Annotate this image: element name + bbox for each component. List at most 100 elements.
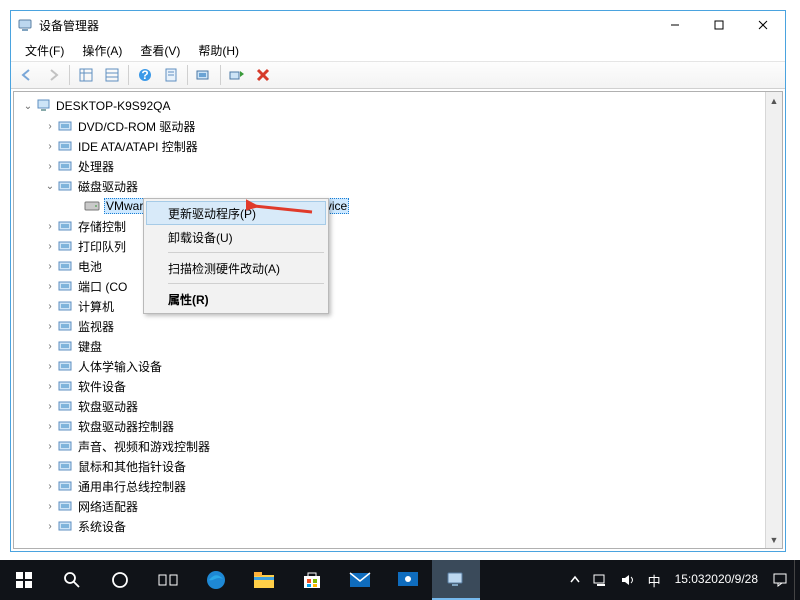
task-view-button[interactable]: [144, 560, 192, 600]
tree-category-label: DVD/CD-ROM 驱动器: [78, 118, 195, 135]
chevron-icon[interactable]: ›: [42, 281, 58, 292]
tree-category-label: IDE ATA/ATAPI 控制器: [78, 138, 198, 155]
tree-category[interactable]: ›电池: [16, 256, 782, 276]
tree-category[interactable]: ›存储控制: [16, 216, 782, 236]
tree-category[interactable]: ›监视器: [16, 316, 782, 336]
store-icon[interactable]: [288, 560, 336, 600]
tree-category[interactable]: ›人体学输入设备: [16, 356, 782, 376]
tree-category[interactable]: › DVD/CD-ROM 驱动器: [16, 116, 782, 136]
category-icon: [58, 458, 74, 474]
ctx-uninstall[interactable]: 卸载设备(U): [146, 225, 326, 249]
forward-button[interactable]: [41, 63, 65, 87]
ctx-separator: [168, 283, 324, 284]
tree-category-label: 通用串行总线控制器: [78, 478, 186, 495]
menu-help[interactable]: 帮助(H): [192, 40, 245, 61]
chevron-icon[interactable]: ›: [42, 121, 58, 132]
chevron-icon[interactable]: ›: [42, 261, 58, 272]
taskbar: 中 15:03 2020/9/28: [0, 560, 800, 600]
clock-date: 2020/9/28: [705, 573, 758, 586]
window-title: 设备管理器: [39, 17, 653, 34]
tray-overflow-button[interactable]: [564, 560, 586, 600]
tree-category[interactable]: ›打印队列: [16, 236, 782, 256]
category-icon: [58, 178, 74, 194]
scroll-up-button[interactable]: ▲: [766, 92, 782, 109]
device-tree[interactable]: ⌄DESKTOP-K9S92QA › DVD/CD-ROM 驱动器 › IDE ATA/…: [14, 92, 782, 548]
tree-category[interactable]: ›软盘驱动器: [16, 396, 782, 416]
ctx-properties[interactable]: 属性(R): [146, 287, 326, 311]
show-desktop-button[interactable]: [794, 560, 800, 600]
chevron-down-icon[interactable]: ⌄: [20, 101, 36, 112]
start-button[interactable]: [0, 560, 48, 600]
chevron-icon[interactable]: ›: [42, 381, 58, 392]
ctx-update-driver[interactable]: 更新驱动程序(P): [146, 201, 326, 225]
scroll-down-button[interactable]: ▼: [766, 531, 782, 548]
tree-category[interactable]: ›软件设备: [16, 376, 782, 396]
chevron-icon[interactable]: ›: [42, 421, 58, 432]
tree-category[interactable]: ›声音、视频和游戏控制器: [16, 436, 782, 456]
view-grid-button[interactable]: [74, 63, 98, 87]
edge-icon[interactable]: [192, 560, 240, 600]
chevron-icon[interactable]: ›: [42, 141, 58, 152]
chevron-icon[interactable]: ›: [42, 361, 58, 372]
tree-category[interactable]: ›键盘: [16, 336, 782, 356]
tree-category[interactable]: ›计算机: [16, 296, 782, 316]
menu-file[interactable]: 文件(F): [19, 40, 70, 61]
tree-category[interactable]: ›系统设备: [16, 516, 782, 536]
network-icon[interactable]: [586, 560, 614, 600]
chevron-icon[interactable]: ›: [42, 461, 58, 472]
close-button[interactable]: [741, 11, 785, 39]
category-icon: [58, 358, 74, 374]
tree-category[interactable]: › 通用串行总线控制器: [16, 476, 782, 496]
chevron-icon[interactable]: ›: [42, 341, 58, 352]
tree-category-label: 处理器: [78, 158, 114, 175]
chevron-icon[interactable]: ›: [42, 321, 58, 332]
chevron-icon[interactable]: ⌄: [42, 181, 58, 192]
chevron-icon[interactable]: ›: [42, 221, 58, 232]
device-manager-taskbar-icon[interactable]: [432, 560, 480, 600]
uninstall-button[interactable]: [251, 63, 275, 87]
chevron-icon[interactable]: ›: [42, 481, 58, 492]
computer-icon: [36, 98, 52, 114]
maximize-button[interactable]: [697, 11, 741, 39]
tree-category[interactable]: › 处理器: [16, 156, 782, 176]
titlebar[interactable]: 设备管理器: [11, 11, 785, 39]
minimize-button[interactable]: [653, 11, 697, 39]
volume-icon[interactable]: [614, 560, 642, 600]
chevron-icon[interactable]: ›: [42, 441, 58, 452]
menu-view[interactable]: 查看(V): [134, 40, 186, 61]
search-button[interactable]: [48, 560, 96, 600]
tree-category[interactable]: ›网络适配器: [16, 496, 782, 516]
details-button[interactable]: [159, 63, 183, 87]
cortana-button[interactable]: [96, 560, 144, 600]
category-icon: [58, 518, 74, 534]
file-explorer-icon[interactable]: [240, 560, 288, 600]
scan-hardware-button[interactable]: [192, 63, 216, 87]
mail-icon[interactable]: [336, 560, 384, 600]
clock[interactable]: 15:03 2020/9/28: [667, 560, 766, 600]
chevron-icon[interactable]: ›: [42, 521, 58, 532]
tree-device-selected[interactable]: VMware, VMware Virtual S SCSI Disk Devic…: [16, 196, 782, 216]
chevron-icon[interactable]: ›: [42, 301, 58, 312]
settings-app-icon[interactable]: [384, 560, 432, 600]
tree-root[interactable]: ⌄DESKTOP-K9S92QA: [16, 96, 782, 116]
tree-category[interactable]: ›鼠标和其他指针设备: [16, 456, 782, 476]
action-center-icon[interactable]: [766, 560, 794, 600]
tree-category[interactable]: › 软盘驱动器控制器: [16, 416, 782, 436]
ctx-scan[interactable]: 扫描检测硬件改动(A): [146, 256, 326, 280]
chevron-icon[interactable]: ›: [42, 401, 58, 412]
tree-category-label: 软盘驱动器控制器: [78, 418, 174, 435]
menu-action[interactable]: 操作(A): [76, 40, 128, 61]
tree-category[interactable]: › IDE ATA/ATAPI 控制器: [16, 136, 782, 156]
chevron-icon[interactable]: ›: [42, 161, 58, 172]
view-list-button[interactable]: [100, 63, 124, 87]
ime-indicator[interactable]: 中: [642, 560, 667, 600]
update-driver-button[interactable]: [225, 63, 249, 87]
chevron-icon[interactable]: ›: [42, 501, 58, 512]
chevron-icon[interactable]: ›: [42, 241, 58, 252]
help-button[interactable]: ?: [133, 63, 157, 87]
tree-category[interactable]: ›端口 (CO: [16, 276, 782, 296]
category-icon: [58, 418, 74, 434]
scrollbar[interactable]: ▲ ▼: [765, 92, 782, 548]
back-button[interactable]: [15, 63, 39, 87]
tree-category[interactable]: ⌄磁盘驱动器: [16, 176, 782, 196]
